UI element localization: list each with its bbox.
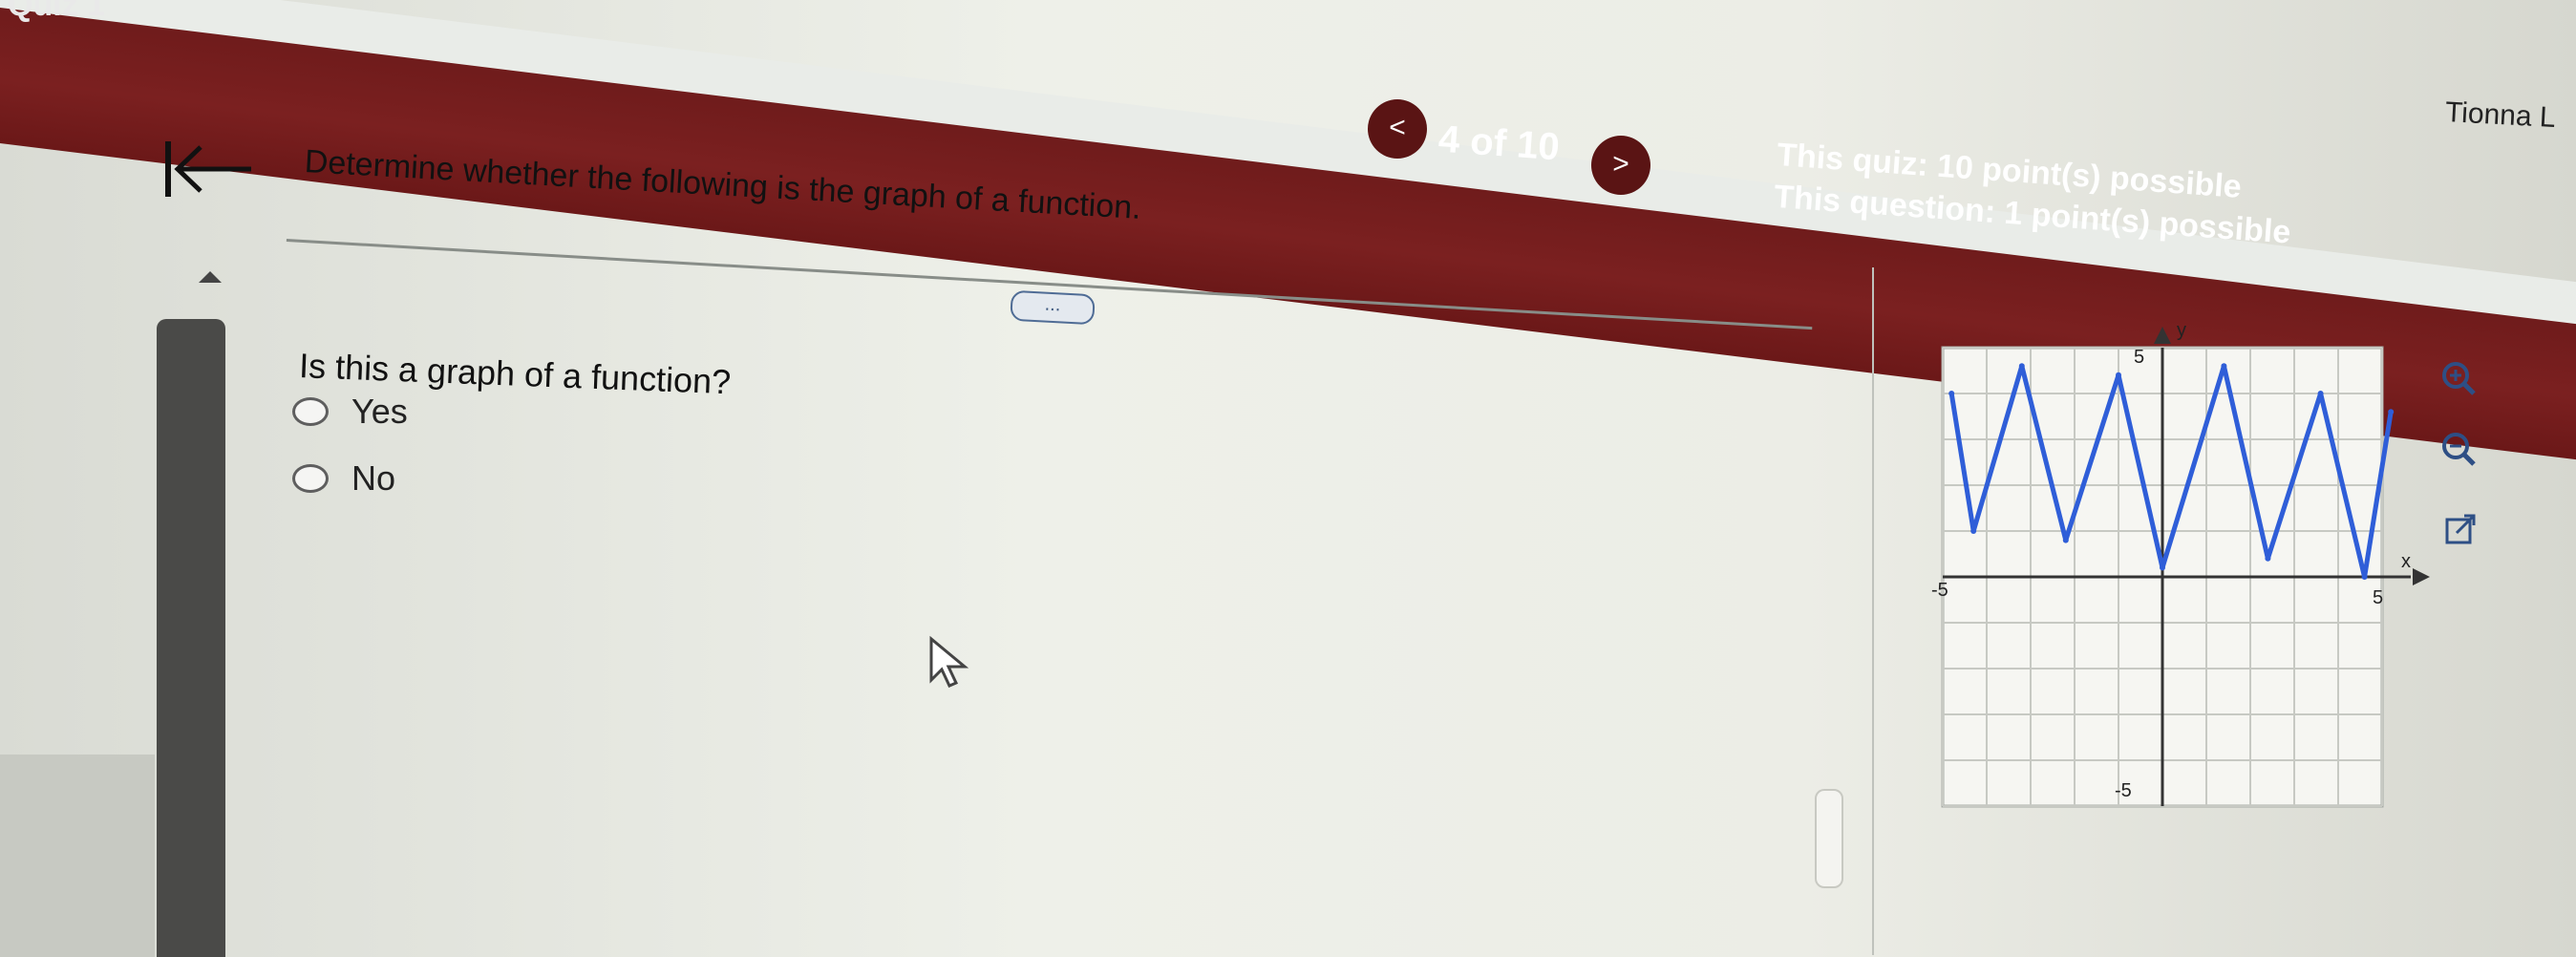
panel-divider <box>1872 267 1874 955</box>
radio-yes[interactable] <box>292 397 329 426</box>
user-name[interactable]: Tionna L <box>2444 96 2556 135</box>
next-question-button[interactable]: > <box>1591 136 1650 195</box>
more-button[interactable]: ... <box>1010 289 1096 326</box>
y-tick-negative: -5 <box>2115 780 2132 801</box>
left-rail <box>157 319 225 957</box>
y-axis-label: y <box>2177 320 2186 341</box>
graph-vertex-7 <box>2265 555 2271 562</box>
graph-vertex-1 <box>1970 528 1977 534</box>
scrollbar-thumb[interactable] <box>1815 789 1843 888</box>
collapse-caret-icon[interactable] <box>199 271 222 283</box>
graph-vertex-10 <box>2388 409 2395 415</box>
graph-vertex-9 <box>2361 574 2368 580</box>
previous-question-button[interactable]: < <box>1368 99 1427 159</box>
graph-vertex-2 <box>2018 363 2025 370</box>
radio-no[interactable] <box>292 464 329 493</box>
option-no-label: No <box>351 458 396 498</box>
graph-vertex-0 <box>1948 391 1955 396</box>
quiz-page: Quiz 1 Tionna L < 4 of 10 > This quiz: 1… <box>0 0 2576 957</box>
function-graph: y x -5 5 5 -5 <box>1931 320 2430 808</box>
y-tick-positive: 5 <box>2134 347 2144 368</box>
option-yes-label: Yes <box>351 392 408 431</box>
graph-vertex-3 <box>2062 537 2069 543</box>
zoom-out-icon[interactable] <box>2436 426 2483 474</box>
x-tick-positive: 5 <box>2373 587 2383 608</box>
x-tick-negative: -5 <box>1931 580 1948 601</box>
graph-vertex-8 <box>2317 391 2324 396</box>
graph-vertex-5 <box>2160 564 2165 571</box>
back-to-start-icon[interactable] <box>160 136 256 202</box>
option-yes[interactable]: Yes <box>292 392 408 432</box>
graph-vertex-4 <box>2116 372 2121 378</box>
graph-vertex-6 <box>2221 363 2227 370</box>
x-axis-arrow-icon <box>2413 568 2430 585</box>
popout-icon[interactable] <box>2438 506 2485 554</box>
mouse-cursor-icon <box>929 635 969 688</box>
option-no[interactable]: No <box>292 458 395 499</box>
x-axis-label: x <box>2401 551 2411 572</box>
question-counter: 4 of 10 <box>1437 117 1562 169</box>
y-axis-arrow-icon <box>2154 327 2171 344</box>
zoom-in-icon[interactable] <box>2436 355 2483 403</box>
quiz-title: Quiz 1 <box>8 0 106 23</box>
left-pad <box>0 755 155 957</box>
